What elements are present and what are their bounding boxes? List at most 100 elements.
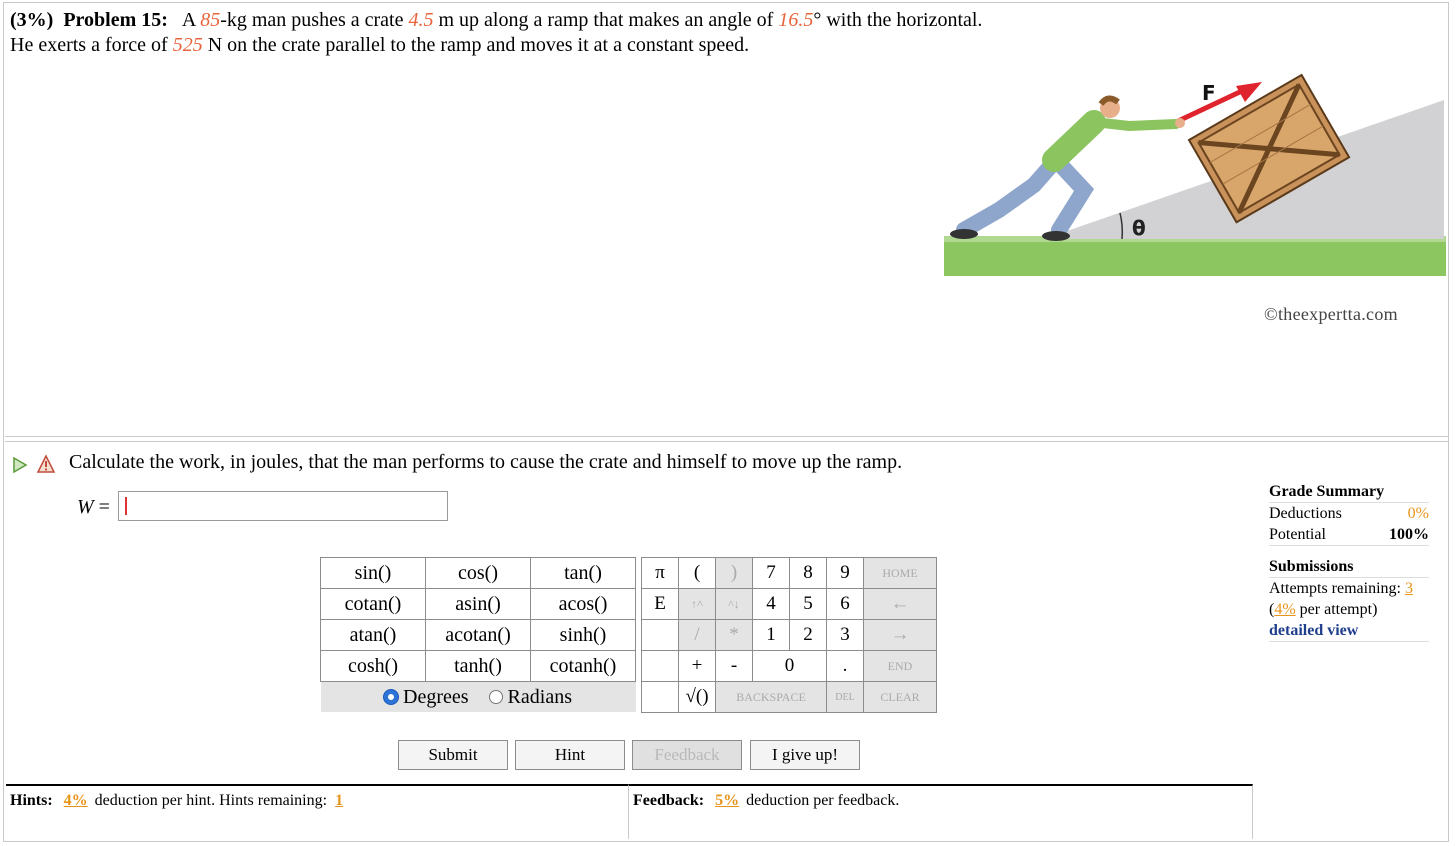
answer-input[interactable] [118, 491, 448, 521]
hint-button[interactable]: Hint [515, 740, 625, 770]
distance-value: 4.5 [408, 9, 434, 31]
potential-value: 100% [1389, 526, 1429, 543]
key-blank [641, 650, 679, 682]
key-1[interactable]: 1 [752, 619, 790, 651]
key-0[interactable]: 0 [752, 650, 827, 682]
hints-bar: Hints: 4% deduction per hint. Hints rema… [6, 784, 629, 839]
angle-mode: Degrees Radians [320, 681, 636, 712]
text-caret [125, 497, 127, 515]
question-text: Calculate the work, in joules, that the … [69, 451, 903, 473]
key-sin[interactable]: sin() [320, 557, 426, 589]
key-2[interactable]: 2 [789, 619, 827, 651]
angle-label: θ [1132, 216, 1146, 240]
attempts-value: 3 [1404, 580, 1413, 597]
problem-weight: (3%) [10, 9, 54, 31]
key-down[interactable]: ^↓ [715, 588, 753, 620]
feedback-deduction: 5% [715, 792, 740, 809]
key-cosh[interactable]: cosh() [320, 650, 426, 682]
stmt-text: A [181, 9, 201, 31]
image-credit: ©theexpertta.com [1264, 304, 1398, 324]
key-right-arrow[interactable]: → [863, 619, 937, 651]
ramp-figure: θ F [944, 73, 1446, 276]
key-atan[interactable]: atan() [320, 619, 426, 651]
answer-label: W = [77, 496, 110, 519]
attempts-label: Attempts remaining: [1269, 580, 1405, 597]
key-sqrt[interactable]: √() [678, 681, 716, 713]
hint-deduction: 4% [63, 792, 88, 809]
key-cotan[interactable]: cotan() [320, 588, 426, 620]
key-5[interactable]: 5 [789, 588, 827, 620]
stmt-text: N on the crate parallel to the ramp and … [202, 34, 750, 56]
key-pi[interactable]: π [641, 557, 679, 589]
feedback-label: Feedback: [633, 792, 705, 809]
key-del[interactable]: DEL [826, 681, 864, 713]
stmt-text: -kg man pushes a crate [220, 9, 409, 31]
hints-label: Hints: [10, 792, 53, 809]
key-9[interactable]: 9 [826, 557, 864, 589]
key-6[interactable]: 6 [826, 588, 864, 620]
angle-value: 16.5 [778, 9, 814, 31]
key-slash[interactable]: / [678, 619, 716, 651]
per-attempt-text: per attempt) [1295, 601, 1378, 618]
question-icons [12, 452, 64, 482]
grade-summary: Grade Summary Deductions 0% Potential 100%… [1269, 481, 1429, 642]
mass-value: 85 [200, 9, 221, 31]
key-home[interactable]: HOME [863, 557, 937, 589]
problem-statement: (3%) Problem 15: A 85-kg man pushes a cr… [10, 8, 990, 58]
divider [5, 436, 1448, 437]
key-7[interactable]: 7 [752, 557, 790, 589]
degrees-radio[interactable] [384, 689, 399, 704]
key-clear[interactable]: CLEAR [863, 681, 937, 713]
degrees-label: Degrees [403, 685, 469, 708]
key-blank [641, 619, 679, 651]
key-end[interactable]: END [863, 650, 937, 682]
feedback-button[interactable]: Feedback [632, 740, 742, 770]
hints-text: deduction per hint. Hints remaining: [90, 792, 332, 809]
number-keypad: π ( ) 7 8 9 HOME E ↑^ ^↓ 4 5 6 ← / * 1 2… [641, 557, 937, 713]
give-up-button[interactable]: I give up! [750, 740, 860, 770]
key-left-arrow[interactable]: ← [863, 588, 937, 620]
problem-label: Problem 15: [63, 9, 168, 31]
per-attempt-value: 4% [1274, 601, 1296, 618]
key-plus[interactable]: + [678, 650, 716, 682]
key-dot[interactable]: . [826, 650, 864, 682]
expand-arrow-icon[interactable] [13, 456, 28, 474]
key-asin[interactable]: asin() [425, 588, 531, 620]
key-cos[interactable]: cos() [425, 557, 531, 589]
key-up[interactable]: ↑^ [678, 588, 716, 620]
function-keypad: sin() cos() tan() cotan() asin() acos() … [320, 557, 636, 712]
key-8[interactable]: 8 [789, 557, 827, 589]
answer-equals: = [93, 496, 110, 518]
radians-label: Radians [507, 685, 572, 708]
key-sinh[interactable]: sinh() [530, 619, 636, 651]
key-backspace[interactable]: BACKSPACE [715, 681, 827, 713]
radians-radio[interactable] [488, 689, 503, 704]
deductions-value: 0% [1407, 505, 1429, 522]
key-acotan[interactable]: acotan() [425, 619, 531, 651]
key-cotanh[interactable]: cotanh() [530, 650, 636, 682]
key-star[interactable]: * [715, 619, 753, 651]
key-4[interactable]: 4 [752, 588, 790, 620]
submissions-title: Submissions [1269, 558, 1354, 575]
key-rparen[interactable]: ) [715, 557, 753, 589]
feedback-text: deduction per feedback. [742, 792, 900, 809]
divider [5, 441, 1448, 442]
grade-summary-title: Grade Summary [1269, 483, 1385, 500]
key-3[interactable]: 3 [826, 619, 864, 651]
submit-button[interactable]: Submit [398, 740, 508, 770]
key-minus[interactable]: - [715, 650, 753, 682]
key-lparen[interactable]: ( [678, 557, 716, 589]
key-acos[interactable]: acos() [530, 588, 636, 620]
feedback-bar: Feedback: 5% deduction per feedback. [629, 784, 1253, 839]
force-label: F [1202, 81, 1216, 105]
detailed-view-link[interactable]: detailed view [1269, 622, 1358, 639]
key-tanh[interactable]: tanh() [425, 650, 531, 682]
force-value: 525 [172, 34, 203, 56]
answer-variable: W [77, 496, 94, 518]
key-blank [641, 681, 679, 713]
key-tan[interactable]: tan() [530, 557, 636, 589]
deductions-label: Deductions [1269, 505, 1342, 522]
hints-remaining: 1 [335, 792, 344, 809]
key-e[interactable]: E [641, 588, 679, 620]
potential-label: Potential [1269, 526, 1326, 543]
